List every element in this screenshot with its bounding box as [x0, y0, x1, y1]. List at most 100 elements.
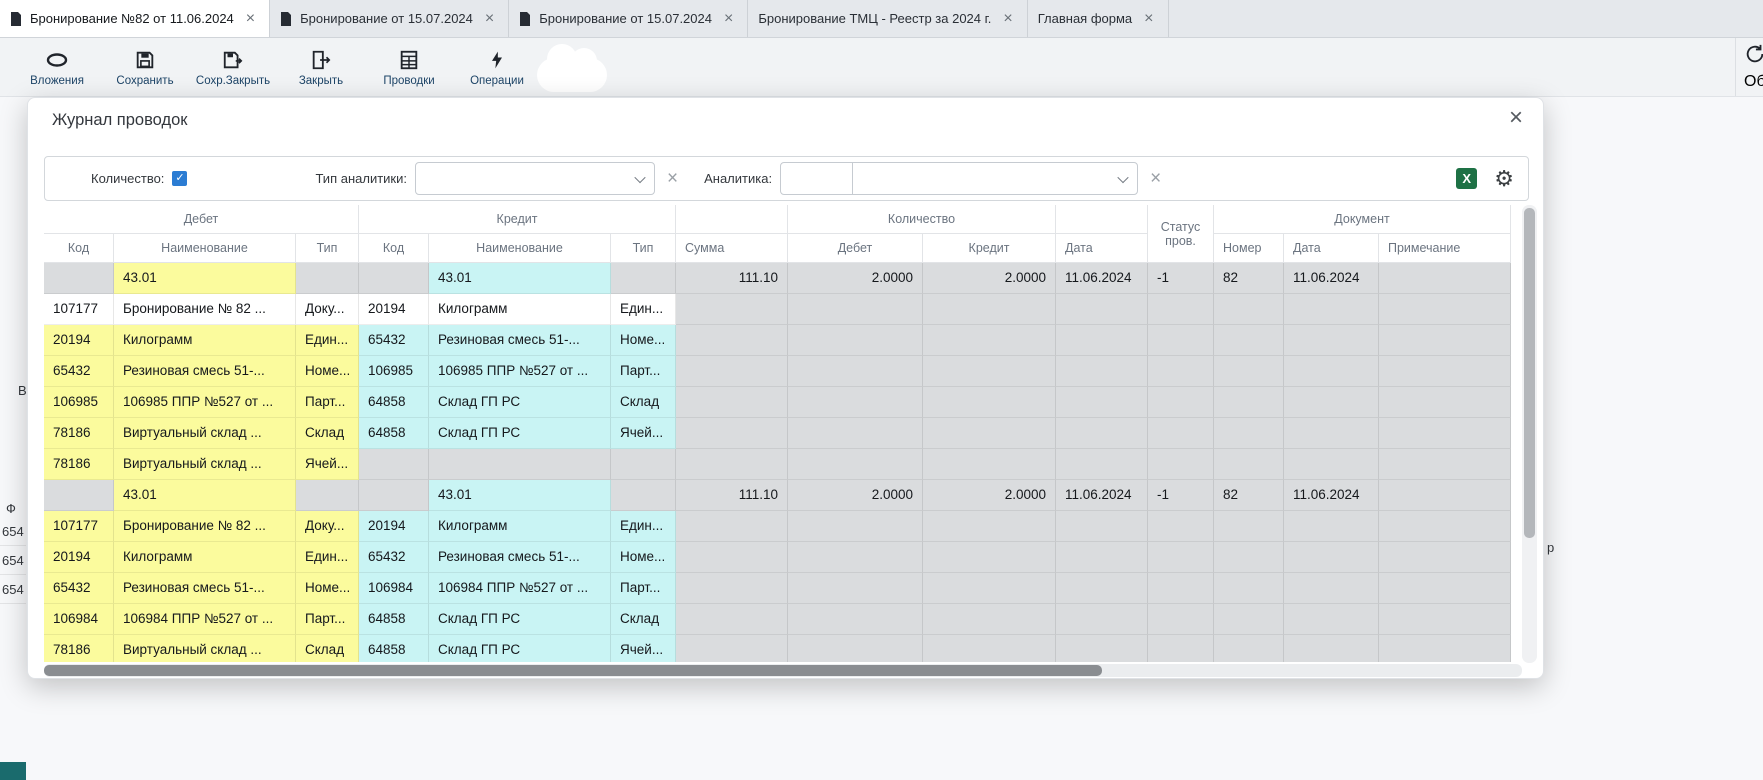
table-cell[interactable]: [1148, 511, 1214, 542]
table-cell[interactable]: [788, 356, 923, 387]
table-cell[interactable]: [1284, 294, 1379, 325]
excel-export-button[interactable]: X: [1456, 168, 1477, 189]
table-cell[interactable]: [1214, 387, 1284, 418]
table-row[interactable]: 65432Резиновая смесь 51-...Номе...106984…: [44, 573, 1511, 604]
table-cell[interactable]: 65432: [359, 325, 429, 356]
table-cell[interactable]: 11.06.2024: [1284, 263, 1379, 294]
table-cell[interactable]: [788, 635, 923, 662]
table-cell[interactable]: 78186: [44, 418, 114, 449]
table-row[interactable]: 20194КилограммЕдин...65432Резиновая смес…: [44, 325, 1511, 356]
table-cell[interactable]: 82: [1214, 263, 1284, 294]
table-cell[interactable]: [44, 480, 114, 511]
table-cell[interactable]: 2.0000: [788, 263, 923, 294]
table-cell[interactable]: [1379, 418, 1511, 449]
table-cell[interactable]: 65432: [359, 542, 429, 573]
table-cell[interactable]: [296, 480, 359, 511]
table-cell[interactable]: [676, 635, 788, 662]
table-cell[interactable]: 65432: [44, 573, 114, 604]
table-cell[interactable]: 106985 ППР №527 от ...: [429, 356, 611, 387]
vertical-scrollbar[interactable]: [1522, 205, 1537, 663]
table-cell[interactable]: [1148, 418, 1214, 449]
table-cell[interactable]: 82: [1214, 480, 1284, 511]
table-cell[interactable]: 107177: [44, 511, 114, 542]
table-cell[interactable]: Парт...: [296, 387, 359, 418]
analytics-type-select[interactable]: [415, 162, 655, 195]
table-cell[interactable]: [1214, 449, 1284, 480]
table-cell[interactable]: Резиновая смесь 51-...: [429, 325, 611, 356]
table-cell[interactable]: [1214, 604, 1284, 635]
table-cell[interactable]: Един...: [611, 294, 676, 325]
table-cell[interactable]: [788, 604, 923, 635]
table-cell[interactable]: Парт...: [296, 604, 359, 635]
tab-tmc-registry[interactable]: Бронирование ТМЦ - Реестр за 2024 г. ×: [748, 0, 1027, 37]
table-cell[interactable]: Номе...: [611, 325, 676, 356]
table-cell[interactable]: Килограмм: [429, 294, 611, 325]
clear-analytics-icon[interactable]: ×: [1150, 169, 1161, 188]
table-cell[interactable]: [1284, 542, 1379, 573]
table-cell[interactable]: [676, 573, 788, 604]
table-cell[interactable]: [923, 294, 1056, 325]
table-row[interactable]: 106985106985 ППР №527 от ...Парт...64858…: [44, 387, 1511, 418]
table-cell[interactable]: Доку...: [296, 511, 359, 542]
table-cell[interactable]: Резиновая смесь 51-...: [114, 356, 296, 387]
table-row[interactable]: 43.0143.01111.102.00002.000011.06.2024-1…: [44, 263, 1511, 294]
analytics-code-input[interactable]: [781, 163, 853, 194]
table-cell[interactable]: Парт...: [611, 356, 676, 387]
table-cell[interactable]: Ячей...: [611, 418, 676, 449]
tab-bronirovanie-1507-a[interactable]: Бронирование от 15.07.2024 ×: [270, 0, 509, 37]
table-cell[interactable]: Резиновая смесь 51-...: [429, 542, 611, 573]
tab-close-icon[interactable]: ×: [724, 11, 733, 27]
table-cell[interactable]: Килограмм: [114, 325, 296, 356]
table-row[interactable]: 20194КилограммЕдин...65432Резиновая смес…: [44, 542, 1511, 573]
table-cell[interactable]: [923, 511, 1056, 542]
table-cell[interactable]: Номе...: [296, 573, 359, 604]
table-cell[interactable]: [923, 604, 1056, 635]
table-cell[interactable]: 2.0000: [788, 480, 923, 511]
table-cell[interactable]: Бронирование № 82 ...: [114, 294, 296, 325]
table-row[interactable]: 43.0143.01111.102.00002.000011.06.2024-1…: [44, 480, 1511, 511]
table-cell[interactable]: [1379, 604, 1511, 635]
table-cell[interactable]: [1284, 418, 1379, 449]
table-cell[interactable]: [788, 511, 923, 542]
table-cell[interactable]: 106985: [44, 387, 114, 418]
analytics-select[interactable]: [780, 162, 1138, 195]
table-cell[interactable]: -1: [1148, 480, 1214, 511]
table-cell[interactable]: 11.06.2024: [1056, 263, 1148, 294]
table-cell[interactable]: [1056, 573, 1148, 604]
table-cell[interactable]: [923, 325, 1056, 356]
analytics-value-input[interactable]: [853, 163, 1137, 194]
table-cell[interactable]: [1148, 573, 1214, 604]
table-cell[interactable]: [676, 542, 788, 573]
table-cell[interactable]: Номе...: [296, 356, 359, 387]
table-cell[interactable]: [359, 263, 429, 294]
table-cell[interactable]: [1214, 542, 1284, 573]
table-cell[interactable]: [611, 263, 676, 294]
table-cell[interactable]: [923, 635, 1056, 662]
table-cell[interactable]: [1214, 356, 1284, 387]
table-cell[interactable]: [1148, 294, 1214, 325]
table-cell[interactable]: [611, 449, 676, 480]
table-cell[interactable]: Един...: [296, 325, 359, 356]
table-cell[interactable]: [788, 449, 923, 480]
table-cell[interactable]: [1284, 449, 1379, 480]
table-cell[interactable]: 64858: [359, 418, 429, 449]
table-cell[interactable]: [1379, 511, 1511, 542]
postings-button[interactable]: Проводки: [368, 48, 450, 87]
table-cell[interactable]: [1056, 511, 1148, 542]
table-cell[interactable]: 106984 ППР №527 от ...: [429, 573, 611, 604]
table-cell[interactable]: [1379, 387, 1511, 418]
table-cell[interactable]: 106984 ППР №527 от ...: [114, 604, 296, 635]
table-row[interactable]: 78186Виртуальный склад ...Склад64858Скла…: [44, 418, 1511, 449]
table-cell[interactable]: [1379, 294, 1511, 325]
table-cell[interactable]: [1284, 387, 1379, 418]
table-row[interactable]: 78186Виртуальный склад ...Ячей...: [44, 449, 1511, 480]
table-cell[interactable]: [1056, 635, 1148, 662]
table-cell[interactable]: [1379, 542, 1511, 573]
table-cell[interactable]: 43.01: [114, 480, 296, 511]
table-cell[interactable]: [1148, 635, 1214, 662]
operations-button[interactable]: Операции: [456, 48, 538, 87]
table-cell[interactable]: [1056, 294, 1148, 325]
table-cell[interactable]: 78186: [44, 449, 114, 480]
refresh-button[interactable]: Обн: [1735, 38, 1763, 96]
table-cell[interactable]: 11.06.2024: [1284, 480, 1379, 511]
